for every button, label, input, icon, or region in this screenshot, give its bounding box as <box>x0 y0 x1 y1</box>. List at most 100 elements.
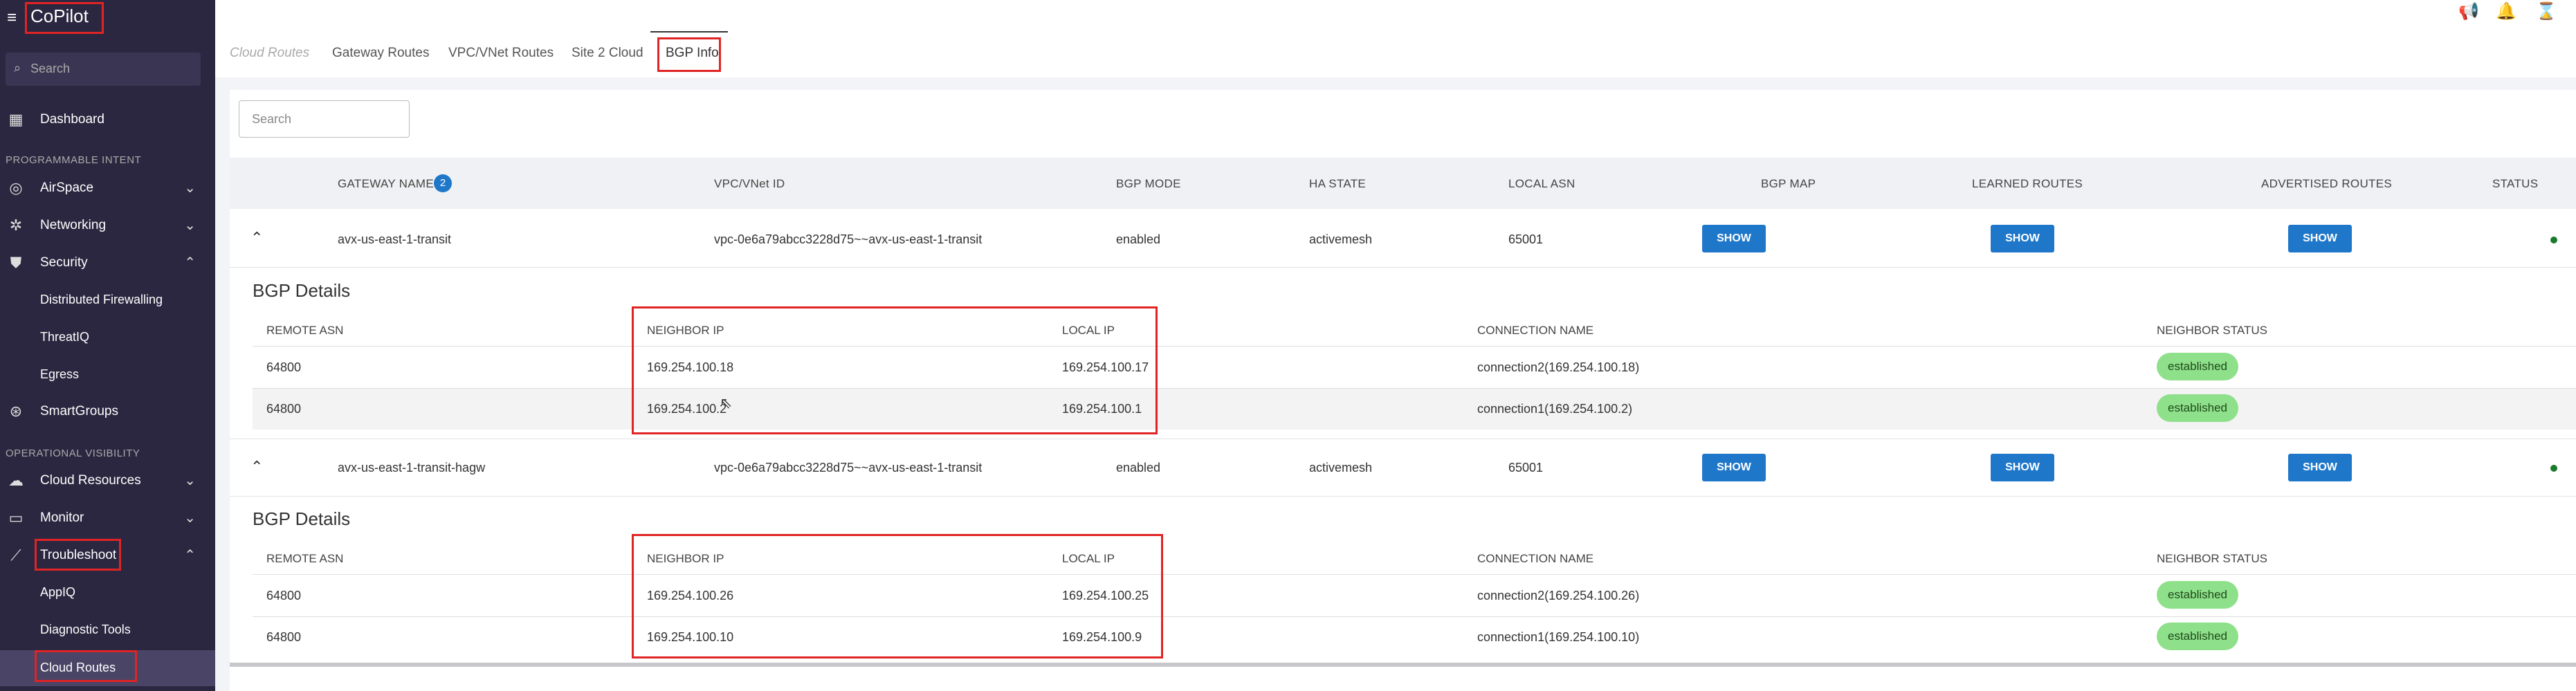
sidebar-subitem-threatiq[interactable]: ThreatIQ <box>40 330 89 344</box>
table-search-input[interactable]: Search <box>239 100 410 138</box>
sidebar-item-airspace[interactable]: ◎ AirSpace ⌄ <box>0 171 215 205</box>
tab-cloud-routes[interactable]: Cloud Routes <box>230 46 309 61</box>
tab-vpc-vnet-routes[interactable]: VPC/VNet Routes <box>448 46 554 61</box>
vpc-id: vpc-0e6a79abcc3228d75~~avx-us-east-1-tra… <box>714 232 983 246</box>
col-advertised-routes: ADVERTISED ROUTES <box>2261 177 2392 190</box>
sidebar: ≡ CoPilot ⌕ Search ▦ Dashboard PROGRAMMA… <box>0 0 215 691</box>
monitor-icon: ▭ <box>8 509 24 526</box>
smartgroups-icon: ⊛ <box>9 403 23 420</box>
col-ha-state[interactable]: HA STATE <box>1309 177 1366 191</box>
app-logo: CoPilot <box>30 6 89 26</box>
vpc-id: vpc-0e6a79abcc3228d75~~avx-us-east-1-tra… <box>714 461 983 475</box>
sidebar-subitem-distributed-firewalling[interactable]: Distributed Firewalling <box>40 293 163 307</box>
col-status: STATUS <box>2492 177 2539 190</box>
col-bgp-mode[interactable]: BGP MODE <box>1116 177 1181 191</box>
connection-name: connection2(169.254.100.26) <box>1477 589 1640 602</box>
chevron-up-icon: ⌃ <box>184 548 196 563</box>
chevron-up-icon[interactable]: ⌃ <box>250 229 263 247</box>
sidebar-item-cloud-resources[interactable]: ☁ Cloud Resources ⌄ <box>0 463 215 498</box>
dashboard-icon: ▦ <box>8 111 24 128</box>
local-asn: 65001 <box>1508 461 1544 475</box>
sidebar-item-dashboard[interactable]: ▦ Dashboard <box>0 102 215 137</box>
table-row[interactable] <box>230 210 2576 268</box>
bgp-details-title: BGP Details <box>253 280 351 301</box>
mouse-cursor-icon: ⇖ <box>720 394 733 412</box>
sidebar-item-smartgroups[interactable]: ⊛ SmartGroups <box>0 394 215 429</box>
bgp-details-title: BGP Details <box>253 508 351 529</box>
sidebar-search-input[interactable]: ⌕ Search <box>6 53 201 86</box>
connection-name: connection1(169.254.100.10) <box>1477 630 1640 644</box>
table-search-placeholder: Search <box>252 112 292 126</box>
local-asn: 65001 <box>1508 232 1544 246</box>
learned-routes-show-button[interactable]: SHOW <box>1991 454 2054 481</box>
hourglass-icon[interactable]: ⌛ <box>2536 1 2557 21</box>
col-bgp-map: BGP MAP <box>1761 177 1816 190</box>
tab-site-2-cloud[interactable]: Site 2 Cloud <box>572 46 643 61</box>
sidebar-item-label: Networking <box>40 218 107 232</box>
bgp-mode: enabled <box>1116 232 1161 246</box>
sidebar-item-monitor[interactable]: ▭ Monitor ⌄ <box>0 501 215 535</box>
remote-asn: 64800 <box>266 360 302 374</box>
sidebar-subitem-diagnostic-tools[interactable]: Diagnostic Tools <box>40 623 131 637</box>
bgp-map-show-button[interactable]: SHOW <box>1702 454 1766 481</box>
col-vpc-vnet-id[interactable]: VPC/VNet ID <box>714 177 785 191</box>
chevron-down-icon: ⌄ <box>184 510 196 526</box>
sidebar-item-label: Monitor <box>40 510 84 525</box>
advertised-routes-show-button[interactable]: SHOW <box>2288 225 2352 252</box>
col-connection-name: CONNECTION NAME <box>1477 324 1594 337</box>
bgp-info-highlight <box>657 37 721 72</box>
col-remote-asn: REMOTE ASN <box>266 324 344 337</box>
sidebar-item-networking[interactable]: ✲ Networking ⌄ <box>0 208 215 243</box>
ha-state: activemesh <box>1309 461 1373 475</box>
remote-asn: 64800 <box>266 589 302 602</box>
sidebar-item-label: Cloud Resources <box>40 473 141 488</box>
col-neighbor-status: NEIGHBOR STATUS <box>2157 324 2267 337</box>
status-indicator <box>2550 465 2557 472</box>
status-badge: established <box>2157 623 2238 650</box>
troubleshoot-highlight <box>35 539 121 571</box>
cloud-routes-highlight <box>35 650 137 682</box>
sidebar-item-security[interactable]: ⛊ Security ⌃ <box>0 246 215 280</box>
bell-icon[interactable]: 🔔 <box>2496 1 2516 21</box>
learned-routes-show-button[interactable]: SHOW <box>1991 225 2054 252</box>
status-badge: established <box>2157 394 2238 422</box>
table-row[interactable] <box>230 439 2576 497</box>
bgp-mode: enabled <box>1116 461 1161 475</box>
chevron-up-icon[interactable]: ⌃ <box>250 458 263 476</box>
table-header <box>230 158 2576 209</box>
status-badge: established <box>2157 353 2238 380</box>
tab-bar <box>215 0 2576 77</box>
cloud-icon: ☁ <box>8 472 24 489</box>
advertised-routes-show-button[interactable]: SHOW <box>2288 454 2352 481</box>
bgp-map-show-button[interactable]: SHOW <box>1702 225 1766 252</box>
megaphone-icon[interactable]: 📢 <box>2458 1 2479 21</box>
status-badge: established <box>2157 581 2238 609</box>
sidebar-item-label: SmartGroups <box>40 404 118 418</box>
horizontal-scrollbar[interactable] <box>230 663 2576 667</box>
col-local-asn[interactable]: LOCAL ASN <box>1508 177 1575 191</box>
airspace-icon: ◎ <box>9 179 23 196</box>
col-neighbor-status: NEIGHBOR STATUS <box>2157 552 2267 565</box>
ip-highlight-box <box>632 306 1158 434</box>
col-connection-name: CONNECTION NAME <box>1477 552 1594 565</box>
ip-highlight-box <box>632 534 1163 658</box>
shield-icon: ⛊ <box>10 254 22 271</box>
menu-icon[interactable]: ≡ <box>7 8 17 28</box>
sidebar-item-label: Security <box>40 255 88 270</box>
col-gateway-name[interactable]: GATEWAY NAME <box>338 177 434 191</box>
sidebar-subitem-egress[interactable]: Egress <box>40 367 79 382</box>
tab-gateway-routes[interactable]: Gateway Routes <box>332 46 429 61</box>
section-programmable-intent: PROGRAMMABLE INTENT <box>6 154 142 166</box>
gateway-count-badge: 2 <box>434 174 452 192</box>
sidebar-subitem-appiq[interactable]: AppIQ <box>40 585 75 600</box>
remote-asn: 64800 <box>266 630 302 644</box>
ha-state: activemesh <box>1309 232 1373 246</box>
col-remote-asn: REMOTE ASN <box>266 552 344 565</box>
chevron-down-icon: ⌄ <box>184 181 196 196</box>
search-icon: ⌕ <box>14 61 21 75</box>
status-indicator <box>2550 237 2557 243</box>
active-tab-indicator <box>650 31 728 33</box>
chevron-down-icon: ⌄ <box>184 218 196 233</box>
connection-name: connection1(169.254.100.2) <box>1477 402 1633 416</box>
network-icon: ✲ <box>9 216 23 234</box>
